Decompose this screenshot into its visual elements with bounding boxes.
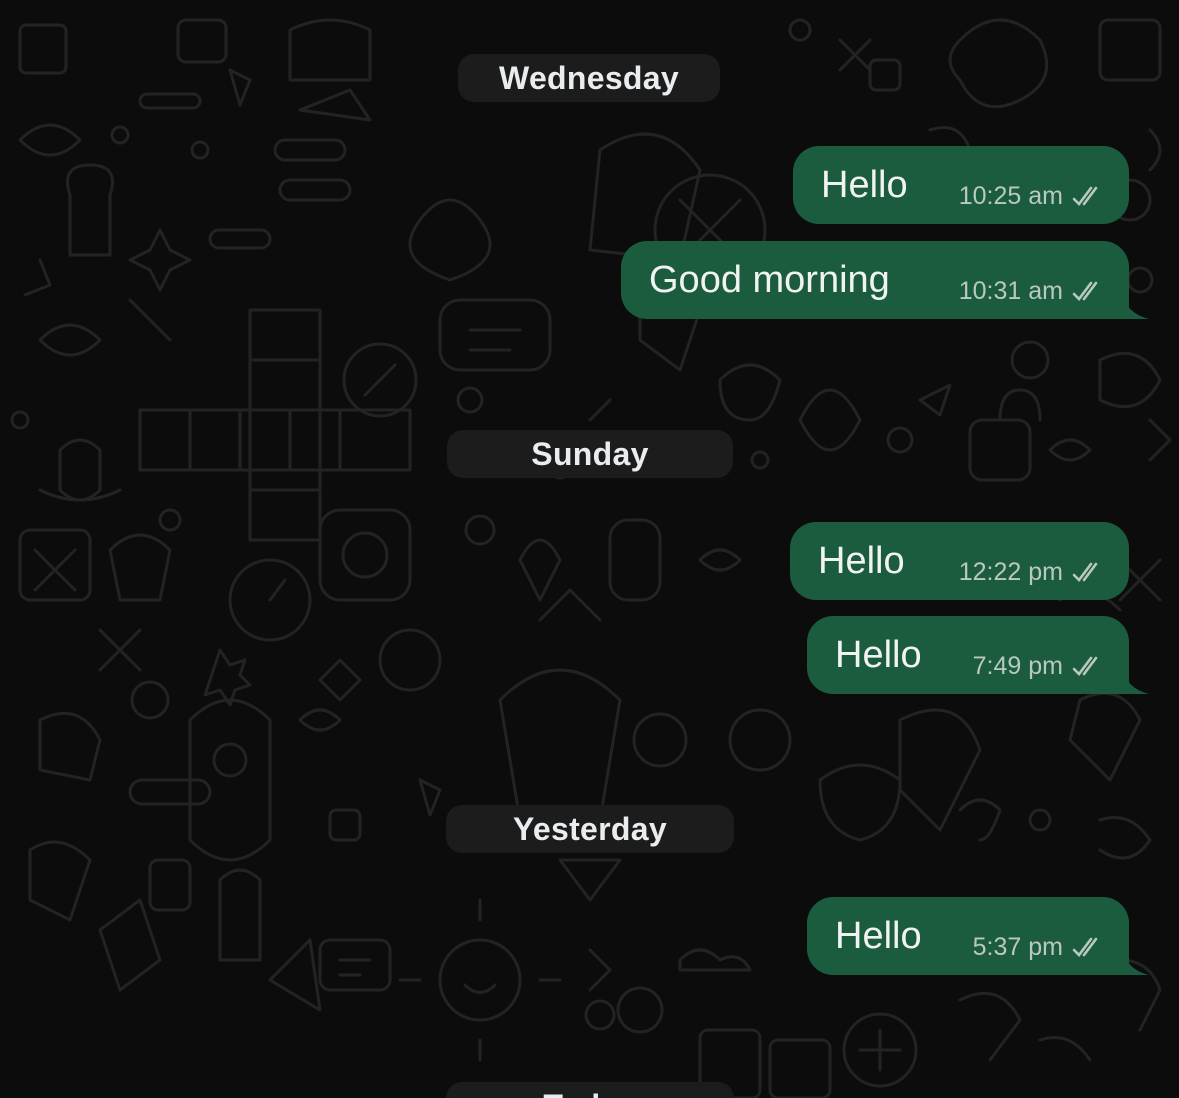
message-bubble[interactable]: Hello 10:25 am [793,146,1129,224]
message-time: 12:22 pm [958,557,1063,586]
date-label: Wednesday [499,60,679,96]
date-separator-wednesday: Wednesday [458,54,720,102]
message-time: 10:25 am [958,181,1063,210]
message-meta: 10:31 am [959,277,1105,306]
date-separator-today: Today [446,1082,734,1098]
bubble-tail [1119,939,1149,975]
message-text: Hello [818,539,905,582]
message-text: Hello [835,633,922,676]
message-time: 7:49 pm [972,651,1063,680]
message-bubble[interactable]: Hello 5:37 pm [807,897,1149,975]
message-meta: 12:22 pm [959,558,1105,587]
message-bubble[interactable]: Hello 12:22 pm [790,522,1129,600]
bubble-tail [1119,283,1149,319]
date-label: Sunday [531,436,649,472]
double-check-icon [1072,656,1098,676]
message-meta: 10:25 am [959,182,1105,211]
message-bubble[interactable]: Hello 7:49 pm [807,616,1149,694]
message-text: Hello [821,163,908,206]
date-label: Today [543,1088,636,1098]
date-separator-yesterday: Yesterday [446,805,734,853]
message-text: Hello [835,914,922,957]
date-label: Yesterday [513,811,667,847]
date-separator-sunday: Sunday [447,430,733,478]
double-check-icon [1072,937,1098,957]
message-meta: 5:37 pm [973,933,1105,962]
bubble-tail [1119,658,1149,694]
double-check-icon [1072,562,1098,582]
message-meta: 7:49 pm [973,652,1105,681]
double-check-icon [1072,281,1098,301]
message-text: Good morning [649,258,890,301]
message-bubble[interactable]: Good morning 10:31 am [621,241,1149,319]
message-time: 10:31 am [958,276,1063,305]
chat-view[interactable]: Wednesday Hello 10:25 am Good morning 10… [0,0,1179,1098]
message-time: 5:37 pm [972,932,1063,961]
double-check-icon [1072,186,1098,206]
